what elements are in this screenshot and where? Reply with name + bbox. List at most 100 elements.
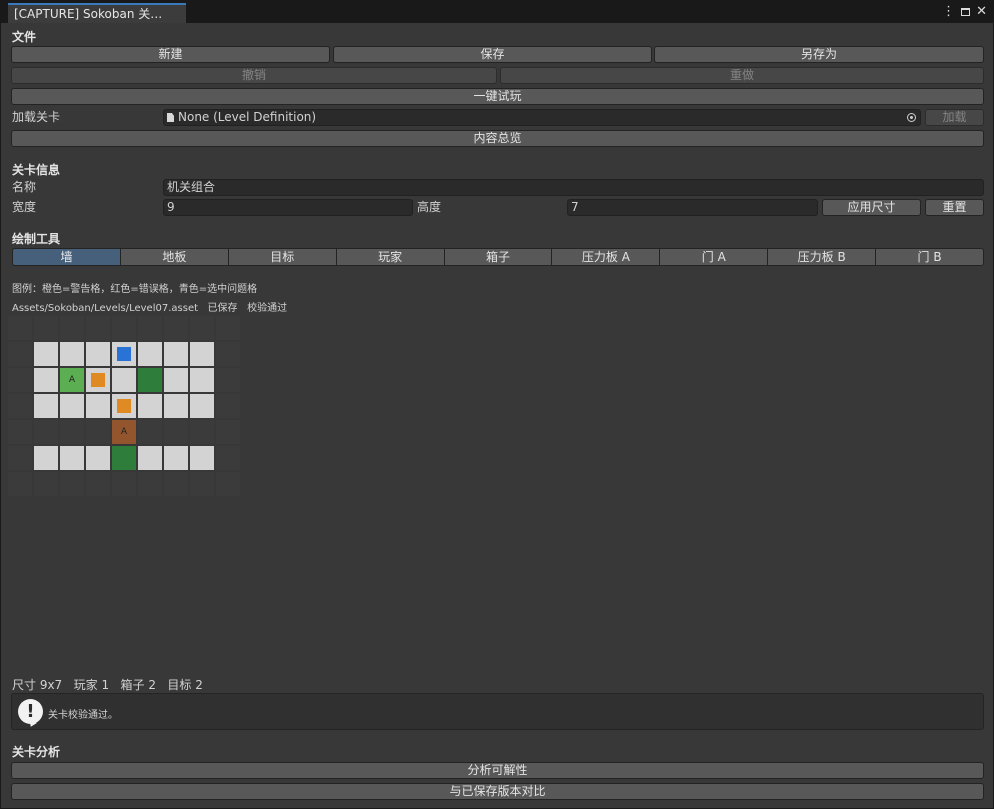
object-picker-icon[interactable] [907, 113, 916, 122]
grid-cell-wall[interactable] [60, 472, 84, 496]
grid-cell-wall[interactable] [138, 316, 162, 340]
title-bar: [CAPTURE] Sokoban 关… ⋮ ✕ [1, 1, 993, 23]
menu-icon[interactable]: ⋮ [942, 3, 955, 21]
tool-door-a[interactable]: 门 A [659, 248, 769, 266]
grid-cell-floor[interactable] [138, 394, 162, 418]
grid-cell-floor[interactable] [112, 394, 136, 418]
tool-target[interactable]: 目标 [227, 248, 337, 266]
grid-cell-floor[interactable] [164, 394, 188, 418]
grid-cell-floor[interactable] [34, 342, 58, 366]
grid-cell-floor[interactable] [112, 368, 136, 392]
window-tab[interactable]: [CAPTURE] Sokoban 关… [8, 3, 186, 23]
grid-cell-wall[interactable] [8, 446, 32, 470]
grid-cell-floor[interactable] [190, 394, 214, 418]
grid-cell-wall[interactable] [164, 316, 188, 340]
compare-saved-button[interactable]: 与已保存版本对比 [11, 783, 984, 800]
close-icon[interactable]: ✕ [976, 3, 987, 21]
file-section-title: 文件 [12, 30, 37, 44]
reset-button[interactable]: 重置 [925, 199, 984, 216]
grid-cell-wall[interactable] [86, 472, 110, 496]
grid-cell-floor[interactable] [190, 342, 214, 366]
grid-cell-floor[interactable] [138, 446, 162, 470]
grid-cell-floor[interactable] [60, 394, 84, 418]
tool-box[interactable]: 箱子 [443, 248, 553, 266]
grid-cell-wall[interactable] [164, 472, 188, 496]
grid-cell-wall[interactable] [8, 342, 32, 366]
grid-cell-wall[interactable] [164, 420, 188, 444]
play-test-button[interactable]: 一键试玩 [11, 88, 984, 105]
tool-door-b[interactable]: 门 B [875, 248, 985, 266]
grid-cell-wall[interactable] [216, 368, 240, 392]
grid-cell-wall[interactable] [216, 472, 240, 496]
grid-cell-plate[interactable]: A [60, 368, 84, 392]
grid-cell-door_open[interactable]: A [112, 420, 136, 444]
grid-cell-wall[interactable] [34, 472, 58, 496]
grid-cell-floor[interactable] [34, 446, 58, 470]
grid-cell-floor[interactable] [60, 342, 84, 366]
content-overview-button[interactable]: 内容总览 [11, 130, 984, 147]
level-stats: 尺寸 9x7 玩家 1 箱子 2 目标 2 [12, 678, 203, 692]
grid-cell-wall[interactable] [8, 316, 32, 340]
analyze-solvability-button[interactable]: 分析可解性 [11, 762, 984, 779]
grid-cell-floor[interactable] [86, 368, 110, 392]
grid-cell-floor[interactable] [164, 368, 188, 392]
cell-label: A [120, 427, 128, 437]
grid-cell-floor[interactable] [190, 446, 214, 470]
width-field[interactable]: 9 [163, 199, 413, 216]
grid-cell-floor[interactable] [34, 368, 58, 392]
redo-button[interactable]: 重做 [500, 67, 984, 84]
grid-cell-door[interactable] [138, 368, 162, 392]
tool-floor[interactable]: 地板 [119, 248, 229, 266]
grid-cell-floor[interactable] [164, 446, 188, 470]
grid-cell-wall[interactable] [216, 342, 240, 366]
grid-cell-floor[interactable] [138, 342, 162, 366]
load-button[interactable]: 加载 [925, 109, 984, 126]
grid-cell-wall[interactable] [86, 316, 110, 340]
grid-cell-wall[interactable] [216, 316, 240, 340]
save-as-button[interactable]: 另存为 [654, 46, 984, 63]
undo-button[interactable]: 撤销 [11, 67, 497, 84]
tool-plate-b[interactable]: 压力板 B [767, 248, 877, 266]
maximize-icon[interactable] [961, 8, 971, 16]
window-controls: ⋮ ✕ [942, 3, 987, 21]
height-field[interactable]: 7 [567, 199, 818, 216]
grid-cell-floor[interactable] [86, 446, 110, 470]
grid-cell-wall[interactable] [112, 316, 136, 340]
grid-cell-wall[interactable] [34, 316, 58, 340]
grid-cell-wall[interactable] [86, 420, 110, 444]
grid-cell-wall[interactable] [8, 472, 32, 496]
grid-cell-wall[interactable] [190, 420, 214, 444]
grid-cell-wall[interactable] [8, 420, 32, 444]
grid-cell-wall[interactable] [190, 316, 214, 340]
grid-cell-floor[interactable] [34, 394, 58, 418]
grid-cell-wall[interactable] [190, 472, 214, 496]
grid-cell-floor[interactable] [190, 368, 214, 392]
grid-cell-wall[interactable] [8, 394, 32, 418]
tool-player[interactable]: 玩家 [335, 248, 445, 266]
grid-cell-wall[interactable] [8, 368, 32, 392]
grid-cell-wall[interactable] [138, 472, 162, 496]
grid-cell-floor[interactable] [112, 342, 136, 366]
grid-cell-wall[interactable] [138, 420, 162, 444]
apply-size-button[interactable]: 应用尺寸 [822, 199, 921, 216]
save-button[interactable]: 保存 [333, 46, 652, 63]
tool-plate-a[interactable]: 压力板 A [551, 248, 661, 266]
new-button[interactable]: 新建 [11, 46, 330, 63]
grid-cell-floor[interactable] [164, 342, 188, 366]
grid-cell-door[interactable] [112, 446, 136, 470]
grid-cell-wall[interactable] [216, 394, 240, 418]
grid-cell-floor[interactable] [86, 394, 110, 418]
tool-wall[interactable]: 墙 [12, 248, 121, 266]
grid-cell-wall[interactable] [34, 420, 58, 444]
grid-cell-wall[interactable] [216, 446, 240, 470]
level-object-field[interactable]: None (Level Definition) [163, 109, 921, 126]
grid-cell-wall[interactable] [60, 316, 84, 340]
name-field[interactable]: 机关组合 [163, 179, 984, 196]
grid-cell-floor[interactable] [86, 342, 110, 366]
width-label: 宽度 [12, 200, 37, 214]
grid-cell-wall[interactable] [112, 472, 136, 496]
grid-cell-wall[interactable] [216, 420, 240, 444]
grid-cell-floor[interactable] [60, 446, 84, 470]
grid-cell-wall[interactable] [60, 420, 84, 444]
asset-status-text: Assets/Sokoban/Levels/Level07.asset 已保存 … [12, 303, 288, 314]
